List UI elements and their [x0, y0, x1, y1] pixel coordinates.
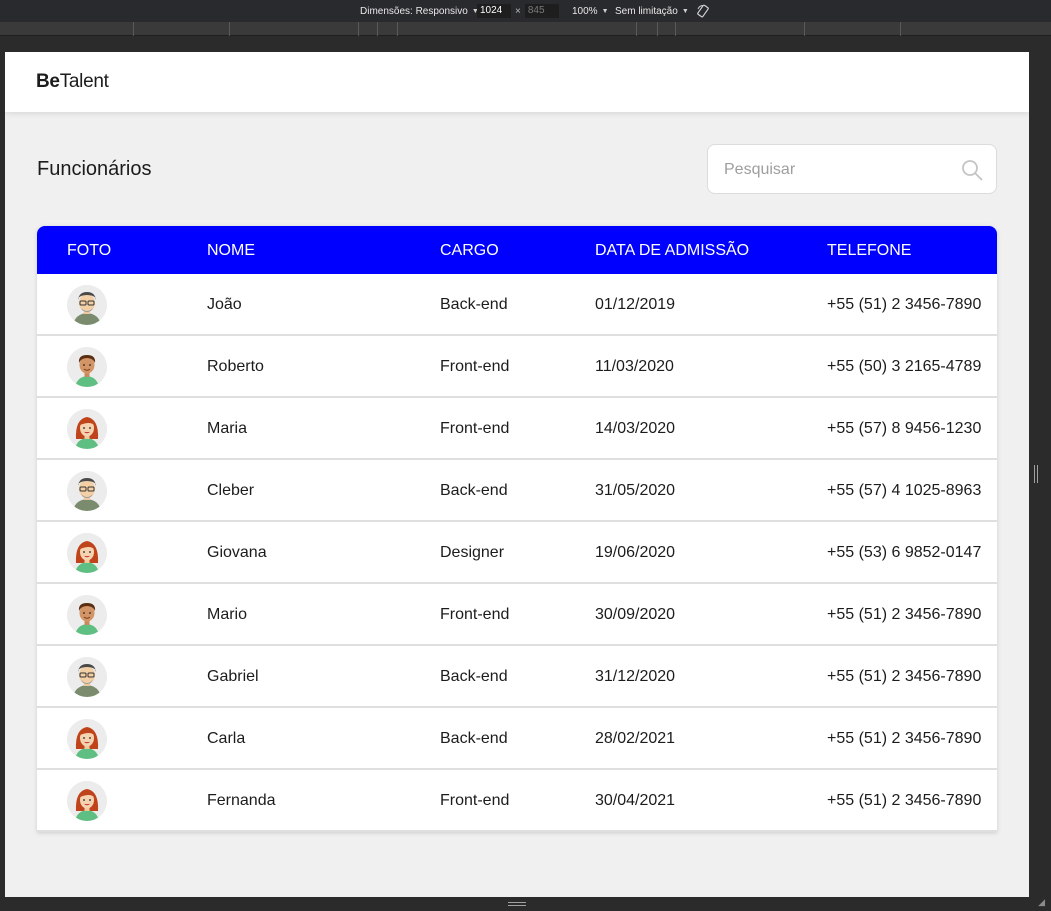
employee-name: Fernanda: [207, 792, 276, 809]
employee-name: Gabriel: [207, 668, 259, 685]
young-man-avatar: [67, 347, 107, 387]
employee-admission-date: 19/06/2020: [595, 544, 676, 561]
column-header-nome: NOME: [207, 242, 255, 259]
table-row[interactable]: Maria Front-end 14/03/2020 +55 (57) 8 9456-…: [37, 398, 997, 460]
employee-admission-date: 28/02/2021: [595, 730, 676, 747]
woman-avatar: [67, 719, 107, 759]
chevron-down-icon: ▼: [601, 7, 609, 15]
employee-phone: +55 (51) 2 3456-7890: [827, 730, 982, 747]
app-header: BeTalent: [5, 52, 1029, 112]
column-header-data-admissao: DATA DE ADMISSÃO: [595, 242, 750, 259]
employee-role: Front-end: [440, 792, 510, 809]
table-row[interactable]: Fernanda Front-end 30/04/2021 +55 (51) 2 34…: [37, 770, 997, 832]
employee-role: Back-end: [440, 482, 508, 499]
devtools-bottom-bar: ◢: [0, 897, 1051, 911]
employee-role: Back-end: [440, 296, 508, 313]
employee-admission-date: 30/04/2021: [595, 792, 676, 809]
employee-name: Maria: [207, 420, 248, 437]
column-header-cargo: CARGO: [440, 242, 499, 259]
older-man-avatar: [67, 657, 107, 697]
table-row[interactable]: Giovana Designer 19/06/2020 +55 (53) 6 9852…: [37, 522, 997, 584]
employee-role: Back-end: [440, 730, 508, 747]
table-body: João Back-end 01/12/2019 +55 (51) 2 3456-78…: [37, 274, 997, 832]
table-row[interactable]: Carla Back-end 28/02/2021 +55 (51) 2 3456-7…: [37, 708, 997, 770]
employee-admission-date: 30/09/2020: [595, 606, 676, 623]
employee-name: João: [207, 296, 242, 313]
devtools-toolbar: Dimensões: Responsivo ▼ 1024 × 845 100% …: [0, 0, 1051, 22]
dimensions-label: Dimensões: Responsivo: [360, 5, 468, 17]
table-row[interactable]: Gabriel Back-end 31/12/2020 +55 (51) 2 3456…: [37, 646, 997, 708]
height-input[interactable]: 845: [524, 4, 559, 18]
woman-avatar: [67, 409, 107, 449]
woman-avatar: [67, 533, 107, 573]
logo-rest: Talent: [59, 71, 109, 92]
column-header-telefone: TELEFONE: [827, 242, 912, 259]
width-input[interactable]: 1024: [477, 4, 511, 18]
search-input[interactable]: [724, 159, 944, 181]
page-title: Funcionários: [37, 158, 152, 180]
logo-bold: Be: [36, 71, 60, 92]
table-row[interactable]: Roberto Front-end 11/03/2020 +55 (50) 3 216…: [37, 336, 997, 398]
search-box[interactable]: [707, 144, 997, 194]
employee-name: Cleber: [207, 482, 255, 499]
employees-table: FOTO NOME CARGO DATA DE ADMISSÃO TELEFON…: [37, 226, 997, 832]
table-header: FOTO NOME CARGO DATA DE ADMISSÃO TELEFON…: [37, 226, 997, 274]
employee-phone: +55 (50) 3 2165-4789: [827, 358, 982, 375]
table-row[interactable]: Mario Front-end 30/09/2020 +55 (51) 2 3456-…: [37, 584, 997, 646]
employee-name: Giovana: [207, 544, 267, 561]
rotate-icon: [697, 4, 709, 18]
page-viewport: BeTalent Funcionários FOTO NOME CARGO DA…: [5, 52, 1029, 897]
employee-role: Designer: [440, 544, 505, 561]
table-row[interactable]: Cleber Back-end 31/05/2020 +55 (57) 4 1025-…: [37, 460, 997, 522]
employee-phone: +55 (51) 2 3456-7890: [827, 606, 982, 623]
dimensions-dropdown[interactable]: Dimensões: Responsivo ▼: [360, 0, 479, 22]
page-toolbar: Funcionários: [37, 144, 997, 194]
young-man-avatar: [67, 595, 107, 635]
employee-admission-date: 01/12/2019: [595, 296, 676, 313]
media-query-ruler: [0, 22, 1051, 36]
zoom-dropdown[interactable]: 100% ▼: [572, 0, 609, 22]
employee-phone: +55 (51) 2 3456-7890: [827, 668, 982, 685]
chevron-down-icon: ▼: [681, 7, 689, 15]
throttle-dropdown[interactable]: Sem limitação ▼: [615, 0, 689, 22]
employee-admission-date: 11/03/2020: [595, 358, 674, 375]
zoom-label: 100%: [572, 5, 598, 17]
table-row[interactable]: João Back-end 01/12/2019 +55 (51) 2 3456-78…: [37, 274, 997, 336]
logo[interactable]: BeTalent: [36, 71, 109, 93]
employee-admission-date: 31/05/2020: [595, 482, 676, 499]
older-man-avatar: [67, 285, 107, 325]
resize-corner-icon[interactable]: ◢: [1038, 897, 1045, 908]
woman-avatar: [67, 781, 107, 821]
employee-name: Roberto: [207, 358, 264, 375]
resize-handle-bottom[interactable]: [508, 902, 526, 906]
employee-admission-date: 31/12/2020: [595, 668, 676, 685]
employee-role: Front-end: [440, 420, 510, 437]
employee-role: Back-end: [440, 668, 508, 685]
times-sign: ×: [515, 5, 521, 17]
employee-name: Mario: [207, 606, 248, 623]
older-man-avatar: [67, 471, 107, 511]
throttle-label: Sem limitação: [615, 5, 678, 17]
employee-phone: +55 (51) 2 3456-7890: [827, 296, 982, 313]
resize-handle-right[interactable]: [1034, 465, 1038, 483]
employee-phone: +55 (57) 4 1025-8963: [827, 482, 982, 499]
column-header-foto: FOTO: [67, 242, 112, 259]
rotate-button[interactable]: [696, 0, 710, 22]
employee-phone: +55 (57) 8 9456-1230: [827, 420, 982, 437]
employee-role: Front-end: [440, 606, 510, 623]
employee-phone: +55 (51) 2 3456-7890: [827, 792, 982, 809]
employee-role: Front-end: [440, 358, 510, 375]
employee-phone: +55 (53) 6 9852-0147: [827, 544, 982, 561]
employee-name: Carla: [207, 730, 246, 747]
employee-admission-date: 14/03/2020: [595, 420, 676, 437]
search-icon[interactable]: [960, 158, 984, 182]
